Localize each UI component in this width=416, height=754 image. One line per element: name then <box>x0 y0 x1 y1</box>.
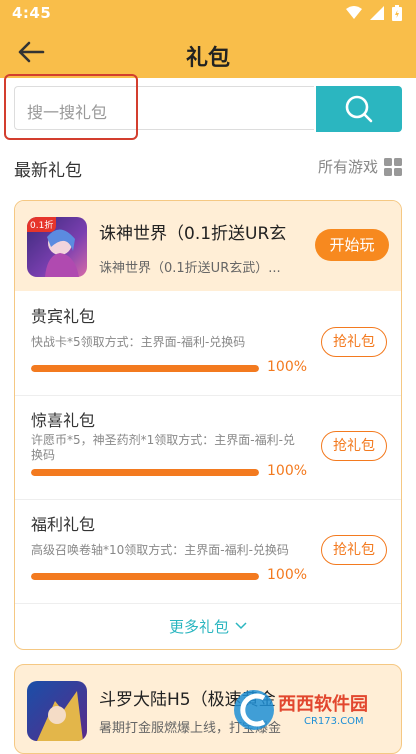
signal-icon <box>370 6 384 20</box>
app-bar: 礼包 <box>0 26 416 78</box>
gift-description: 许愿币*5，神圣药剂*1领取方式：主界面-福利-兑换码 <box>31 433 295 462</box>
page-title: 礼包 <box>185 46 230 71</box>
watermark-url: CR173.COM <box>304 716 364 727</box>
all-games-link[interactable]: 所有游戏 <box>318 156 402 177</box>
gift-progress-bar <box>31 573 259 580</box>
all-games-label: 所有游戏 <box>317 158 378 176</box>
status-icons <box>346 5 402 21</box>
gift-description: 快战卡*5领取方式：主界面-福利-兑换码 <box>31 335 246 349</box>
grab-gift-button[interactable]: 抢礼包 <box>321 431 387 461</box>
section-title: 最新礼包 <box>14 161 82 181</box>
gift-name: 惊喜礼包 <box>31 411 96 430</box>
gift-progress-label: 100% <box>267 567 308 583</box>
icon-badge: 0.1折 <box>27 217 57 232</box>
search-button[interactable] <box>316 86 402 132</box>
gift-item: 惊喜礼包 许愿币*5，神圣药剂*1领取方式：主界面-福利-兑换码 100% 抢礼… <box>15 395 401 500</box>
game-header: 0.1折 诛神世界（0.1折送UR玄 诛神世界（0.1折送UR玄武）... 开始… <box>15 201 401 291</box>
more-gifts-label: 更多礼包 <box>168 617 229 636</box>
game-icon[interactable] <box>27 681 87 741</box>
gift-progress-bar <box>31 365 259 372</box>
status-bar: 4:45 <box>0 0 416 26</box>
wifi-icon <box>346 6 362 19</box>
search-icon <box>345 95 373 123</box>
start-play-button[interactable]: 开始玩 <box>315 229 389 261</box>
game-subtitle: 诛神世界（0.1折送UR玄武）... <box>99 261 281 276</box>
chevron-down-icon <box>235 622 247 630</box>
battery-icon <box>392 5 402 21</box>
gift-item: 贵宾礼包 快战卡*5领取方式：主界面-福利-兑换码 100% 抢礼包 <box>15 291 401 396</box>
watermark-text: 西西软件园 <box>278 694 368 715</box>
section-header: 最新礼包 所有游戏 <box>14 156 402 181</box>
gift-progress-label: 100% <box>267 463 308 479</box>
game-icon[interactable]: 0.1折 <box>27 217 87 277</box>
game-gift-card: 0.1折 诛神世界（0.1折送UR玄 诛神世界（0.1折送UR玄武）... 开始… <box>14 200 402 650</box>
site-watermark: 西西软件园 CR173.COM <box>232 684 404 734</box>
highlight-annotation <box>4 74 138 140</box>
gift-progress-bar <box>31 469 259 476</box>
game-name: 诛神世界（0.1折送UR玄 <box>99 224 287 244</box>
grab-gift-button[interactable]: 抢礼包 <box>321 535 387 565</box>
gift-description: 高级召唤卷轴*10领取方式：主界面-福利-兑换码 <box>31 543 289 557</box>
gift-item: 福利礼包 高级召唤卷轴*10领取方式：主界面-福利-兑换码 100% 抢礼包 <box>15 499 401 604</box>
gift-name: 福利礼包 <box>31 515 96 534</box>
gift-progress-label: 100% <box>267 359 308 375</box>
gift-name: 贵宾礼包 <box>31 307 96 326</box>
grid-icon <box>384 157 402 176</box>
more-gifts-button[interactable]: 更多礼包 <box>15 603 401 649</box>
status-time: 4:45 <box>12 4 52 22</box>
grab-gift-button[interactable]: 抢礼包 <box>321 327 387 357</box>
